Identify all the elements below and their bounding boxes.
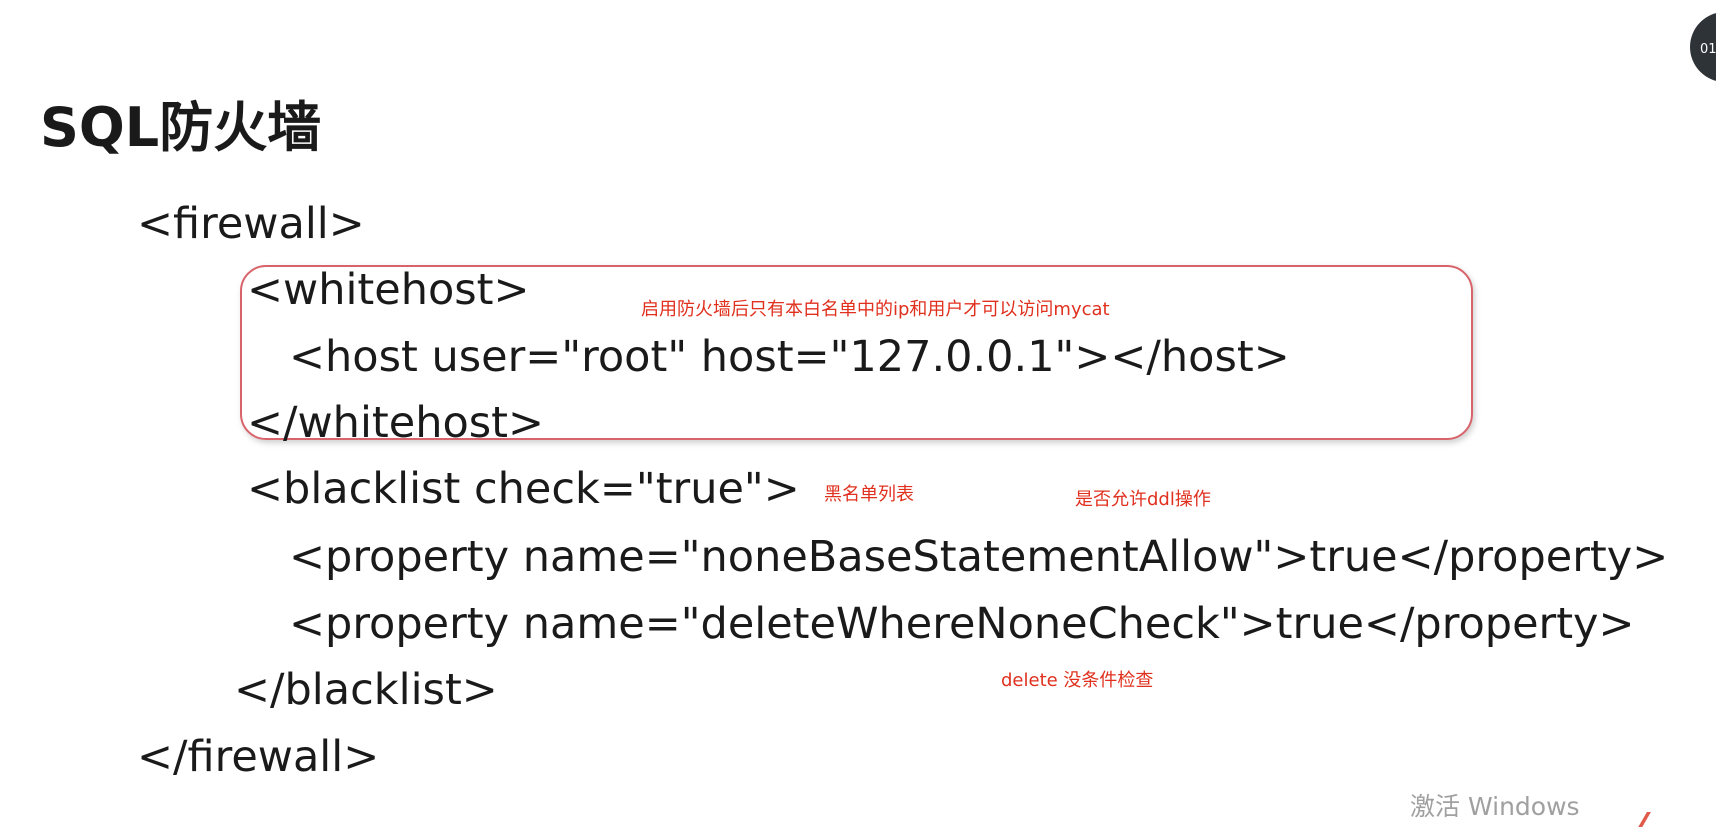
annotation-delete: delete 没条件检查	[1001, 670, 1154, 691]
slide: SQL防火墙 <firewall> <whitehost> <host user…	[0, 0, 1716, 827]
top-title-cropped	[430, 0, 1330, 12]
annotation-blacklist: 黑名单列表	[824, 484, 914, 505]
code-line-firewall-open: <firewall>	[137, 199, 365, 249]
code-line-property-deletewhere: <property name="deleteWhereNoneCheck">tr…	[289, 599, 1635, 649]
code-line-property-nonebase: <property name="noneBaseStatementAllow">…	[289, 532, 1669, 582]
top-title-cropped-text	[430, 0, 1330, 12]
annotation-whitehost: 启用防火墙后只有本白名单中的ip和用户才可以访问mycat	[641, 299, 1110, 320]
presenter-avatar: 01	[1690, 12, 1716, 82]
code-line-firewall-close: </firewall>	[137, 732, 380, 782]
code-line-host: <host user="root" host="127.0.0.1"></hos…	[289, 332, 1290, 382]
code-line-blacklist-close: </blacklist>	[234, 665, 498, 715]
annotation-ddl: 是否允许ddl操作	[1075, 489, 1211, 510]
presenter-avatar-text: 01	[1700, 42, 1716, 57]
code-line-blacklist-open: <blacklist check="true">	[247, 464, 800, 514]
windows-activation-watermark: 激活 Windows	[1410, 792, 1580, 821]
code-line-whitehost-open: <whitehost>	[247, 265, 530, 315]
code-line-whitehost-close: </whitehost>	[247, 398, 545, 448]
slide-heading: SQL防火墙	[40, 96, 322, 159]
brand-logo-icon	[1633, 812, 1677, 827]
